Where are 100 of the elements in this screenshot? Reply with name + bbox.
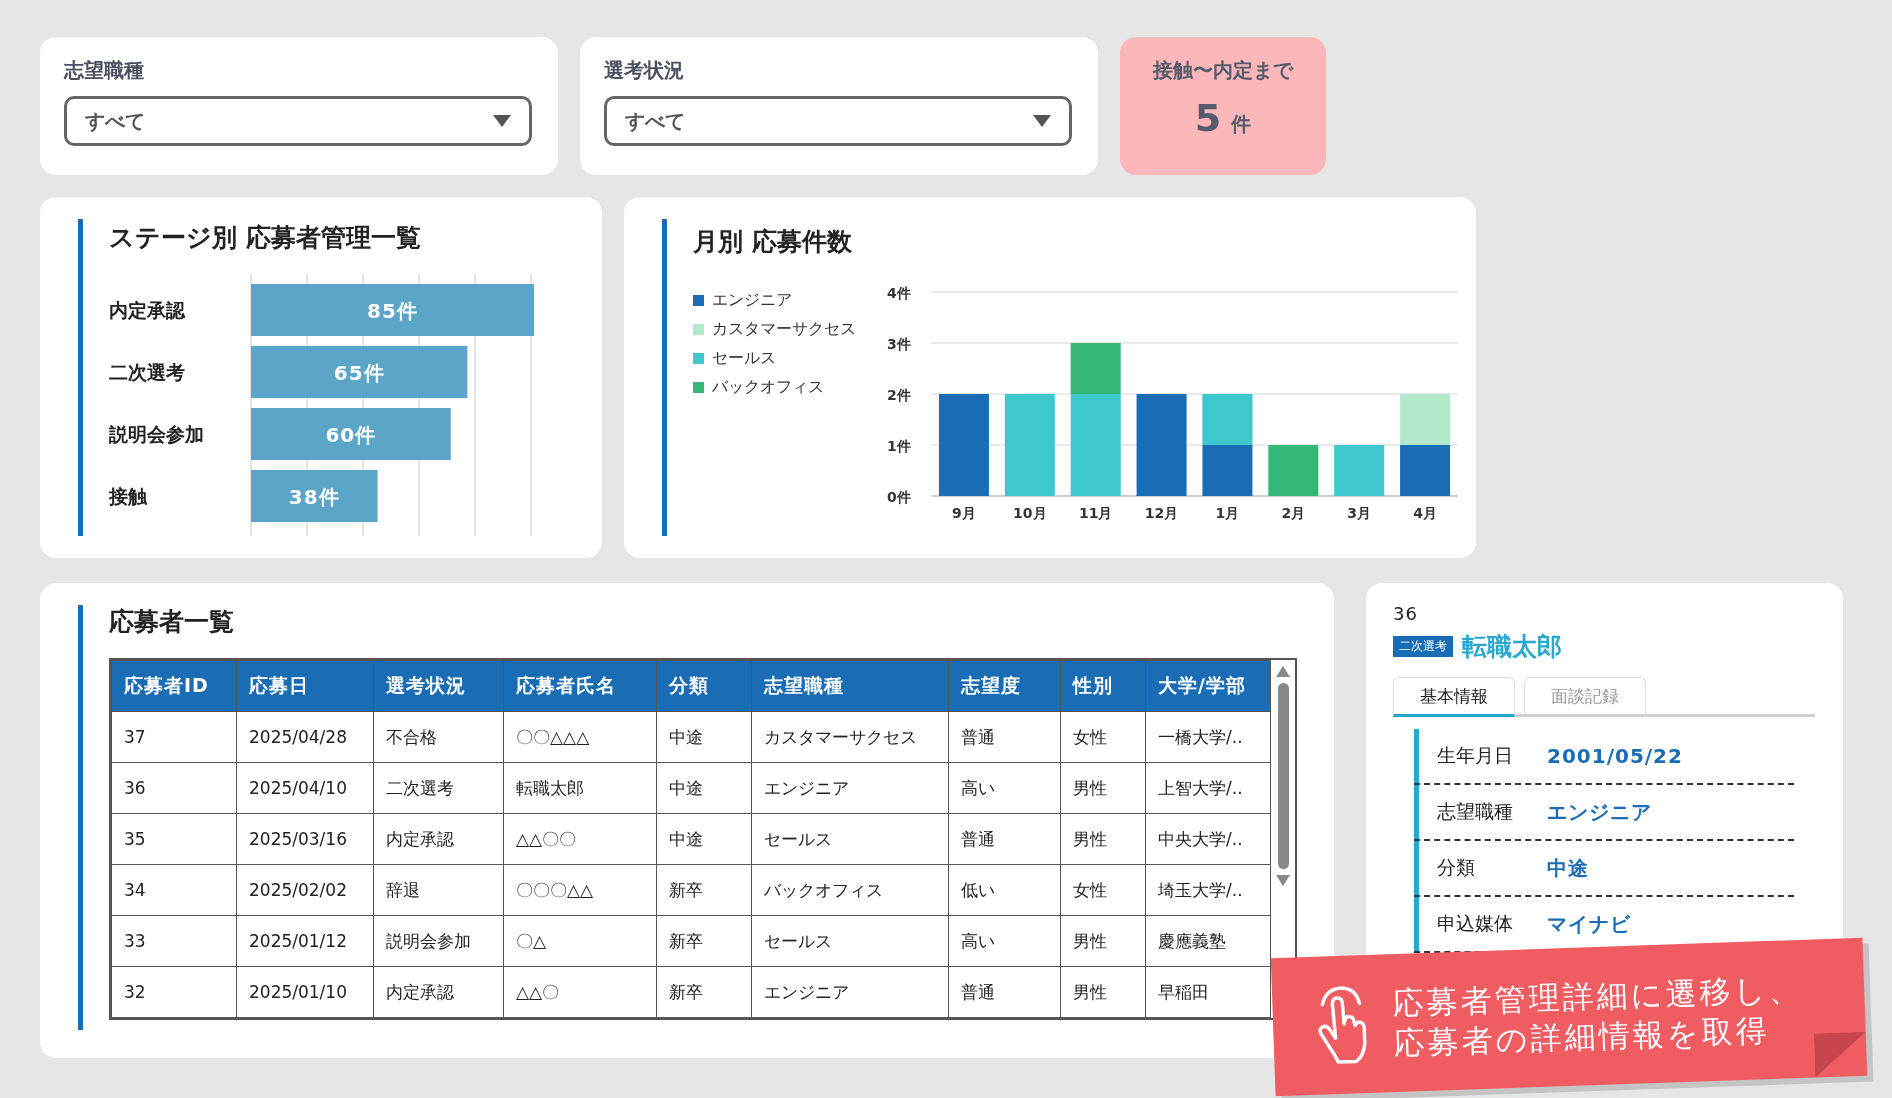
table-cell: 37 [111,711,237,763]
table-cell: 〇〇〇△△ [503,864,657,916]
table-cell: 普通 [948,813,1061,865]
category-label: 二次選考 [109,361,185,383]
count-number: 5 [1194,96,1222,140]
table-cell: 2025/04/28 [236,711,374,763]
legend-label: バックオフィス [712,377,824,398]
dropdown[interactable]: すべて [64,96,532,146]
field-label: 分類 [1436,855,1476,880]
section-title: 月別 応募件数 [693,226,853,258]
table-cell: 辞退 [373,864,504,916]
column-header: 性別 [1060,660,1146,712]
legend-label: エンジニア [712,290,792,311]
value-label: 65件 [333,361,385,385]
table-cell: エンジニア [751,966,949,1018]
scroll-down-icon [1276,875,1290,886]
table-cell: 2025/02/02 [236,864,374,916]
filter-label: 選考状況 [604,57,685,84]
category-label: 説明会参加 [109,423,204,445]
table-cell: 中央大学/.. [1145,813,1271,865]
column-header: 志望職種 [751,660,949,712]
value-label: 38件 [288,485,340,509]
count-unit: 件 [1231,111,1252,138]
category-label: 内定承認 [109,299,185,321]
status-badge: 二次選考 [1393,636,1453,657]
field-label: 申込媒体 [1436,911,1514,936]
caret-icon [1033,115,1051,127]
table-cell: 2025/01/12 [236,915,374,967]
callout-text: 応募者管理詳細に遷移し、 応募者の詳細情報を取得 [1391,969,1804,1064]
axis-tick-label: 12月 [1144,505,1179,521]
axis-tick-label: 9月 [952,505,976,521]
table-cell: 一橋大学/.. [1145,711,1271,763]
column-header: 志望度 [948,660,1061,712]
table-cell: 36 [111,762,237,814]
column-header: 大学/学部 [1145,660,1271,712]
table-cell: 高い [948,762,1061,814]
axis-tick-label: 3件 [887,336,911,352]
applicant-id: 36 [1393,603,1419,624]
table-cell: △△〇 [503,966,657,1018]
value-label: 60件 [325,423,377,447]
legend-label: セールス [712,348,776,369]
section-title: 応募者一覧 [109,606,235,638]
field-value: エンジニア [1547,798,1652,826]
field-label: 志望職種 [1436,799,1514,824]
table-cell: 高い [948,915,1061,967]
table-cell: セールス [751,915,949,967]
table-cell: カスタマーサクセス [751,711,949,763]
table-cell: 2025/03/16 [236,813,374,865]
table-cell: バックオフィス [751,864,949,916]
table-cell: 女性 [1060,864,1146,916]
field-accent [1414,729,1419,783]
applicant-name: 転職太郎 [1462,631,1562,663]
table-cell: 早稲田 [1145,966,1271,1018]
table-cell: 普通 [948,966,1061,1018]
legend-label: カスタマーサクセス [712,319,856,340]
axis-tick-label: 0件 [887,489,911,505]
table-cell: 新卒 [656,966,752,1018]
column-header: 応募者ID [111,660,237,712]
category-label: 接触 [109,485,147,507]
table-cell: 〇△ [503,915,657,967]
scrollbar-thumb[interactable] [1277,683,1289,869]
axis-tick-label: 4件 [887,285,911,301]
table-cell: 不合格 [373,711,504,763]
table-cell: 慶應義塾 [1145,915,1271,967]
tab[interactable]: 基本情報 [1393,677,1515,717]
table-cell: 説明会参加 [373,915,504,967]
table-cell: 男性 [1060,813,1146,865]
column-header: 選考状況 [373,660,504,712]
table-cell: 内定承認 [373,966,504,1018]
table-cell: 35 [111,813,237,865]
axis-tick-label: 10月 [1013,505,1047,521]
table-cell: 2025/01/10 [236,966,374,1018]
field-value: マイナビ [1547,910,1631,938]
field-label: 生年月日 [1436,743,1514,768]
field-accent [1414,897,1419,951]
value-label: 85件 [367,299,418,323]
column-header: 応募者氏名 [503,660,657,712]
scroll-up-icon [1276,666,1290,677]
field-accent [1414,841,1419,895]
table-cell: 中途 [656,711,752,763]
axis-tick-label: 4月 [1413,505,1437,521]
table-cell: 二次選考 [373,762,504,814]
table-cell: 上智大学/.. [1145,762,1271,814]
dropdown[interactable]: すべて [604,96,1072,146]
table-cell: 男性 [1060,762,1146,814]
column-header: 分類 [656,660,752,712]
table-cell: 新卒 [656,864,752,916]
summary-label: 接触〜内定まで [1153,57,1293,84]
axis-tick-label: 3月 [1347,505,1372,521]
table-cell: 転職太郎 [503,762,657,814]
table-cell: 新卒 [656,915,752,967]
field-value: 中途 [1547,854,1589,882]
table-cell: セールス [751,813,949,865]
table-cell: 埼玉大学/.. [1145,864,1271,916]
axis-tick-label: 2件 [887,387,911,403]
table-cell: 〇〇△△△ [503,711,657,763]
table-cell: 中途 [656,813,752,865]
table-cell: 男性 [1060,966,1146,1018]
table-cell: 32 [111,966,237,1018]
table-cell: 女性 [1060,711,1146,763]
